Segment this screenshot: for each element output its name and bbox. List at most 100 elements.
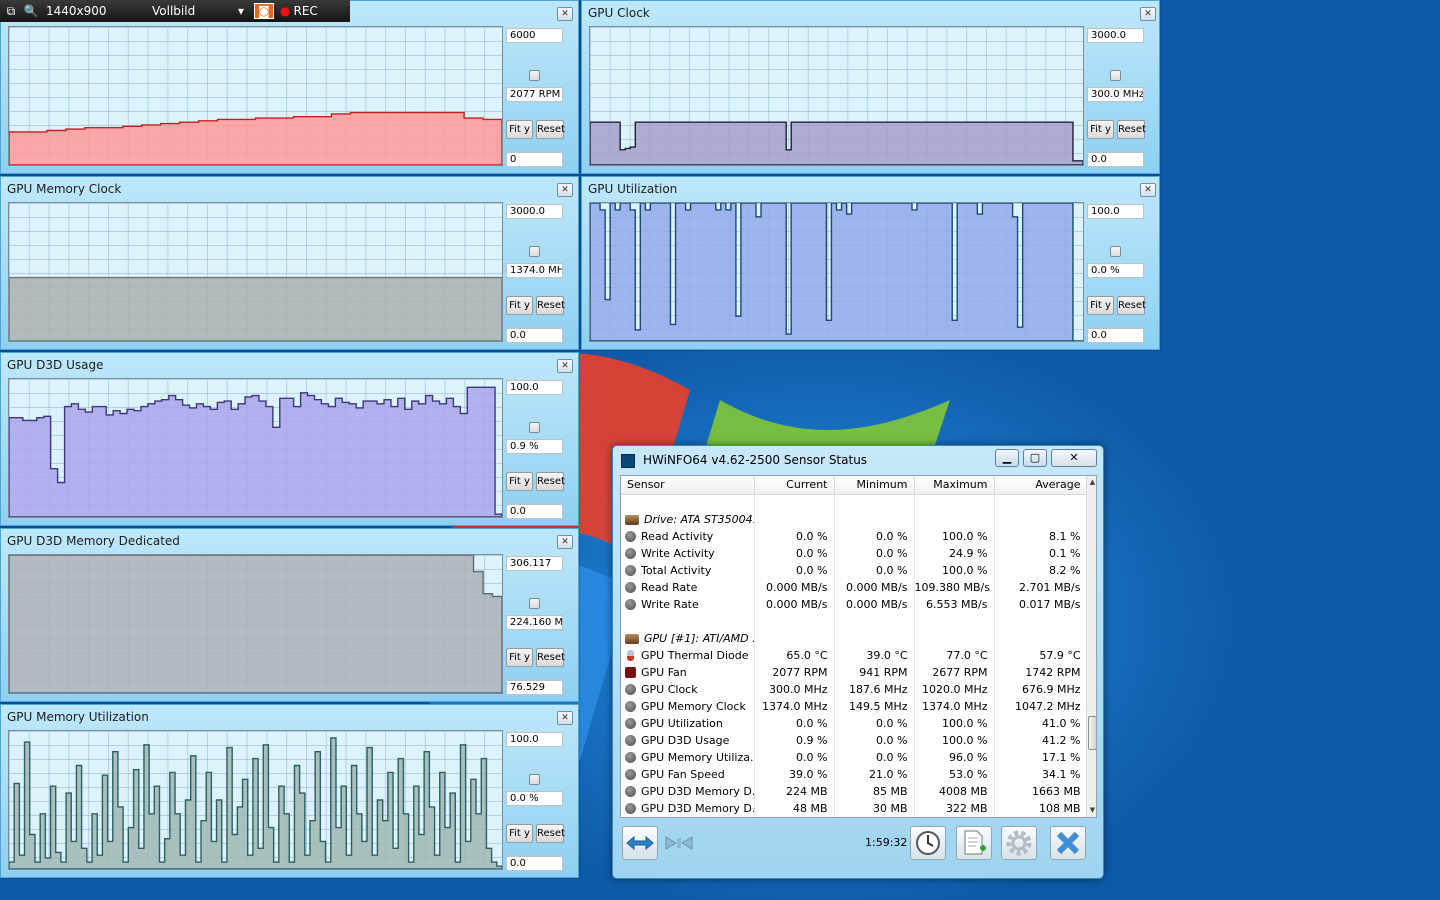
graph-window-gpu-utilization[interactable]: GPU Utilization ✕ 100.0 0.0 % Fit y Rese… xyxy=(581,176,1160,350)
table-row[interactable]: GPU Fan 2077 RPM 941 RPM 2677 RPM 1742 R… xyxy=(621,664,1088,681)
table-row[interactable]: GPU Memory Clock 1374.0 MHz 149.5 MHz 13… xyxy=(621,698,1088,715)
graph-checkbox[interactable] xyxy=(529,70,540,81)
close-icon[interactable]: ✕ xyxy=(1140,7,1156,21)
table-row[interactable]: GPU Thermal Diode 65.0 °C 39.0 °C 77.0 °… xyxy=(621,647,1088,664)
column-header-minimum[interactable]: Minimum xyxy=(834,476,915,495)
graph-min-value[interactable]: 76.529 xyxy=(506,680,563,695)
fit-y-button[interactable]: Fit y xyxy=(506,296,533,315)
report-button[interactable] xyxy=(956,826,992,860)
close-button[interactable]: ✕ xyxy=(1051,449,1097,467)
graph-min-value[interactable]: 0 xyxy=(506,152,563,167)
reset-button[interactable]: Reset xyxy=(536,120,565,139)
sensor-group-row[interactable]: GPU [#1]: ATI/AMD ... xyxy=(621,630,1088,647)
scroll-down-icon[interactable]: ▼ xyxy=(1088,806,1096,814)
close-icon[interactable]: ✕ xyxy=(1140,183,1156,197)
close-icon[interactable]: ✕ xyxy=(557,359,573,373)
table-row[interactable]: Read Rate 0.000 MB/s 0.000 MB/s 109.380 … xyxy=(621,579,1088,596)
graph-window-gpu-d3d-usage[interactable]: GPU D3D Usage ✕ 100.0 0.9 % Fit y Reset … xyxy=(0,352,579,526)
table-row[interactable]: GPU D3D Usage 0.9 % 0.0 % 100.0 % 41.2 % xyxy=(621,732,1088,749)
sensor-group-row[interactable]: Drive: ATA ST350041... xyxy=(621,511,1088,528)
clock-button[interactable] xyxy=(910,826,946,860)
expand-columns-button[interactable] xyxy=(622,826,658,860)
close-icon[interactable]: ✕ xyxy=(557,183,573,197)
window-icon[interactable]: ⧉ xyxy=(0,0,22,22)
graph-window-gpu-memory-clock[interactable]: GPU Memory Clock ✕ 3000.0 1374.0 MHz Fit… xyxy=(0,176,579,350)
graph-min-value[interactable]: 0.0 xyxy=(506,328,563,343)
graph-plot xyxy=(8,26,503,166)
collapse-columns-button[interactable] xyxy=(661,826,697,860)
fit-y-button[interactable]: Fit y xyxy=(506,472,533,491)
graph-checkbox[interactable] xyxy=(529,422,540,433)
graph-controls: 100.0 0.0 % Fit y Reset 0.0 xyxy=(506,730,568,873)
capture-mode-select[interactable]: Vollbild xyxy=(140,0,238,22)
minimize-button[interactable]: ▁ xyxy=(995,449,1019,467)
fit-y-button[interactable]: Fit y xyxy=(1087,120,1114,139)
graph-max-value[interactable]: 306.117 xyxy=(506,556,563,571)
graph-checkbox[interactable] xyxy=(529,774,540,785)
scroll-up-icon[interactable]: ▲ xyxy=(1088,478,1096,486)
sensor-name-cell: GPU Utilization xyxy=(621,715,755,732)
column-header-maximum[interactable]: Maximum xyxy=(914,476,995,495)
graph-title: GPU Memory Utilization xyxy=(7,710,149,724)
graph-max-value[interactable]: 3000.0 xyxy=(1087,28,1144,43)
close-sensors-button[interactable] xyxy=(1050,826,1086,860)
graph-min-value[interactable]: 0.0 xyxy=(506,504,563,519)
column-header-current[interactable]: Current xyxy=(754,476,835,495)
table-row[interactable]: Read Activity 0.0 % 0.0 % 100.0 % 8.1 % xyxy=(621,528,1088,545)
reset-button[interactable]: Reset xyxy=(536,472,565,491)
graph-checkbox[interactable] xyxy=(529,246,540,257)
settings-button[interactable] xyxy=(1001,826,1037,860)
average-value: 8.2 % xyxy=(994,562,1088,579)
graph-max-value[interactable]: 100.0 xyxy=(1087,204,1144,219)
record-button[interactable]: REC xyxy=(293,0,317,22)
fit-y-button[interactable]: Fit y xyxy=(506,120,533,139)
graph-min-value[interactable]: 0.0 xyxy=(506,856,563,871)
table-row[interactable]: GPU Memory Utiliza... 0.0 % 0.0 % 96.0 %… xyxy=(621,749,1088,766)
scroll-thumb[interactable] xyxy=(1088,716,1096,750)
column-header-sensor[interactable]: Sensor xyxy=(621,476,755,495)
table-row[interactable]: Write Activity 0.0 % 0.0 % 24.9 % 0.1 % xyxy=(621,545,1088,562)
reset-button[interactable]: Reset xyxy=(1117,120,1146,139)
reset-button[interactable]: Reset xyxy=(1117,296,1146,315)
table-row[interactable]: GPU Clock 300.0 MHz 187.6 MHz 1020.0 MHz… xyxy=(621,681,1088,698)
reset-button[interactable]: Reset xyxy=(536,648,565,667)
sensor-icon xyxy=(625,565,636,576)
close-icon[interactable]: ✕ xyxy=(557,7,573,21)
reset-button[interactable]: Reset xyxy=(536,296,565,315)
table-row[interactable]: GPU Utilization 0.0 % 0.0 % 100.0 % 41.0… xyxy=(621,715,1088,732)
close-icon[interactable]: ✕ xyxy=(557,711,573,725)
table-row[interactable]: Total Activity 0.0 % 0.0 % 100.0 % 8.2 % xyxy=(621,562,1088,579)
table-row[interactable]: Write Rate 0.000 MB/s 0.000 MB/s 6.553 M… xyxy=(621,596,1088,613)
graph-checkbox[interactable] xyxy=(1110,246,1121,257)
graph-min-value[interactable]: 0.0 xyxy=(1087,152,1144,167)
graph-window-gpu-fan[interactable]: ✕ 6000 2077 RPM Fit y Reset 0 xyxy=(0,0,579,174)
graph-max-value[interactable]: 3000.0 xyxy=(506,204,563,219)
column-header-average[interactable]: Average xyxy=(994,476,1088,495)
fit-y-button[interactable]: Fit y xyxy=(506,648,533,667)
graph-window-gpu-d3d-memory-dedicated[interactable]: GPU D3D Memory Dedicated ✕ 306.117 224.1… xyxy=(0,528,579,702)
close-icon[interactable]: ✕ xyxy=(557,535,573,549)
table-row[interactable]: GPU D3D Memory D... 48 MB 30 MB 322 MB 1… xyxy=(621,800,1088,817)
fit-y-button[interactable]: Fit y xyxy=(1087,296,1114,315)
hwinfo-sensor-window[interactable]: HWiNFO64 v4.62-2500 Sensor Status ▁ ▢ ✕ … xyxy=(612,445,1104,879)
camera-icon[interactable]: ◙ xyxy=(254,3,274,19)
graph-window-gpu-memory-utilization[interactable]: GPU Memory Utilization ✕ 100.0 0.0 % Fit… xyxy=(0,704,579,878)
graph-current-value: 0.9 % xyxy=(506,439,563,454)
chevron-down-icon[interactable]: ▾ xyxy=(238,0,254,22)
graph-checkbox[interactable] xyxy=(1110,70,1121,81)
graph-min-value[interactable]: 0.0 xyxy=(1087,328,1144,343)
graph-max-value[interactable]: 100.0 xyxy=(506,380,563,395)
table-row[interactable]: GPU D3D Memory D... 224 MB 85 MB 4008 MB… xyxy=(621,783,1088,800)
graph-window-gpu-clock[interactable]: GPU Clock ✕ 3000.0 300.0 MHz Fit y Reset… xyxy=(581,0,1160,174)
graph-checkbox[interactable] xyxy=(529,598,540,609)
reset-button[interactable]: Reset xyxy=(536,824,565,843)
graph-current-value: 1374.0 MHz xyxy=(506,263,563,278)
fit-y-button[interactable]: Fit y xyxy=(506,824,533,843)
average-value: 108 MB xyxy=(994,800,1088,817)
vertical-scrollbar[interactable]: ▲ ▼ xyxy=(1086,476,1096,817)
graph-max-value[interactable]: 6000 xyxy=(506,28,563,43)
graph-max-value[interactable]: 100.0 xyxy=(506,732,563,747)
table-row[interactable]: GPU Fan Speed 39.0 % 21.0 % 53.0 % 34.1 … xyxy=(621,766,1088,783)
maximize-button[interactable]: ▢ xyxy=(1023,449,1047,467)
zoom-icon[interactable]: 🔍 xyxy=(22,0,40,22)
